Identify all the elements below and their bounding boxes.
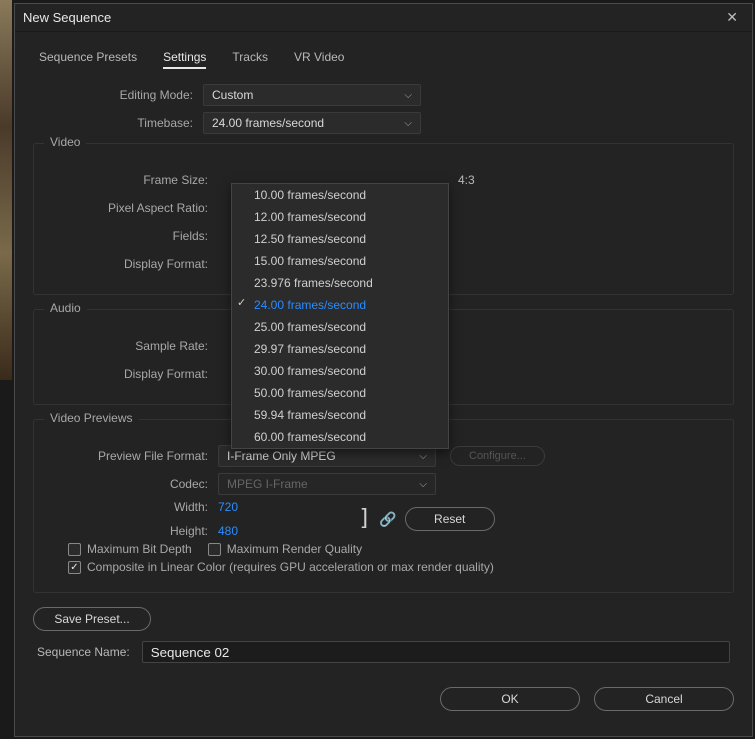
composite-linear-label: Composite in Linear Color (requires GPU … — [87, 560, 494, 574]
link-bracket-icon: ] — [358, 512, 371, 526]
timebase-label: Timebase: — [33, 116, 203, 130]
max-bit-depth-checkbox[interactable] — [68, 543, 81, 556]
timebase-option-label: 25.00 frames/second — [254, 320, 366, 334]
fields-label: Fields: — [48, 229, 218, 243]
editing-mode-label: Editing Mode: — [33, 88, 203, 102]
codec-value: MPEG I-Frame — [227, 477, 308, 491]
timebase-option[interactable]: 30.00 frames/second — [232, 360, 448, 382]
check-icon: ✓ — [237, 296, 246, 309]
preview-file-format-value: I-Frame Only MPEG — [227, 449, 336, 463]
pixel-aspect-ratio-label: Pixel Aspect Ratio: — [48, 201, 218, 215]
codec-select: MPEG I-Frame ⌵ — [218, 473, 436, 495]
chevron-down-icon: ⌵ — [419, 479, 427, 490]
timebase-option-label: 10.00 frames/second — [254, 188, 366, 202]
sequence-name-label: Sequence Name: — [37, 645, 130, 659]
timebase-option-label: 24.00 frames/second — [254, 298, 366, 312]
codec-label: Codec: — [48, 477, 218, 491]
timebase-select[interactable]: 24.00 frames/second ⌵ — [203, 112, 421, 134]
audio-display-format-label: Display Format: — [48, 367, 218, 381]
timebase-option-label: 60.00 frames/second — [254, 430, 366, 444]
timebase-option[interactable]: 25.00 frames/second — [232, 316, 448, 338]
chevron-down-icon: ⌵ — [419, 451, 427, 462]
tab-tracks[interactable]: Tracks — [232, 50, 268, 69]
tab-vr-video[interactable]: VR Video — [294, 50, 344, 69]
video-display-format-label: Display Format: — [48, 257, 218, 271]
timebase-option[interactable]: 60.00 frames/second — [232, 426, 448, 448]
timebase-option[interactable]: 59.94 frames/second — [232, 404, 448, 426]
titlebar: New Sequence ✕ — [15, 4, 752, 32]
composite-linear-checkbox[interactable] — [68, 561, 81, 574]
height-label: Height: — [48, 524, 218, 538]
save-preset-button[interactable]: Save Preset... — [33, 607, 151, 631]
editing-mode-select[interactable]: Custom ⌵ — [203, 84, 421, 106]
editing-mode-value: Custom — [212, 88, 253, 102]
tab-sequence-presets[interactable]: Sequence Presets — [39, 50, 137, 69]
video-previews-title: Video Previews — [44, 411, 139, 425]
new-sequence-dialog: New Sequence ✕ Sequence Presets Settings… — [14, 3, 753, 737]
tab-bar: Sequence Presets Settings Tracks VR Vide… — [33, 48, 734, 79]
frame-size-ratio: 4:3 — [458, 173, 475, 187]
timebase-option-label: 30.00 frames/second — [254, 364, 366, 378]
frame-size-label: Frame Size: — [48, 173, 218, 187]
timebase-option[interactable]: 10.00 frames/second — [232, 184, 448, 206]
max-render-quality-checkbox[interactable] — [208, 543, 221, 556]
chevron-down-icon: ⌵ — [404, 118, 412, 129]
timebase-option[interactable]: 12.00 frames/second — [232, 206, 448, 228]
tab-settings[interactable]: Settings — [163, 50, 206, 69]
link-icon[interactable]: 🔗 — [371, 511, 404, 528]
cancel-button[interactable]: Cancel — [594, 687, 734, 711]
timebase-option[interactable]: 12.50 frames/second — [232, 228, 448, 250]
timebase-option[interactable]: 29.97 frames/second — [232, 338, 448, 360]
timebase-option[interactable]: 15.00 frames/second — [232, 250, 448, 272]
timebase-option[interactable]: ✓ 24.00 frames/second — [232, 294, 448, 316]
reset-button[interactable]: Reset — [405, 507, 495, 531]
chevron-down-icon: ⌵ — [404, 90, 412, 101]
dialog-title: New Sequence — [23, 10, 720, 25]
max-bit-depth-label: Maximum Bit Depth — [87, 542, 192, 556]
timebase-option-label: 12.00 frames/second — [254, 210, 366, 224]
timebase-option-label: 12.50 frames/second — [254, 232, 366, 246]
sample-rate-label: Sample Rate: — [48, 339, 218, 353]
width-value[interactable]: 720 — [218, 500, 238, 514]
configure-button: Configure... — [450, 446, 545, 466]
audio-section-title: Audio — [44, 301, 87, 315]
timebase-option[interactable]: 50.00 frames/second — [232, 382, 448, 404]
height-value[interactable]: 480 — [218, 524, 238, 538]
timebase-option-label: 59.94 frames/second — [254, 408, 366, 422]
timebase-option-label: 50.00 frames/second — [254, 386, 366, 400]
max-render-quality-label: Maximum Render Quality — [227, 542, 362, 556]
video-section-title: Video — [44, 135, 86, 149]
timebase-option-label: 29.97 frames/second — [254, 342, 366, 356]
timebase-option-label: 15.00 frames/second — [254, 254, 366, 268]
timebase-option-label: 23.976 frames/second — [254, 276, 373, 290]
sequence-name-input[interactable] — [142, 641, 730, 663]
width-label: Width: — [48, 500, 218, 514]
timebase-dropdown[interactable]: 10.00 frames/second 12.00 frames/second 12… — [231, 183, 449, 449]
close-icon[interactable]: ✕ — [720, 7, 744, 28]
timebase-value: 24.00 frames/second — [212, 116, 324, 130]
timebase-option[interactable]: 23.976 frames/second — [232, 272, 448, 294]
ok-button[interactable]: OK — [440, 687, 580, 711]
preview-file-format-label: Preview File Format: — [48, 449, 218, 463]
dialog-footer: OK Cancel — [15, 687, 752, 725]
